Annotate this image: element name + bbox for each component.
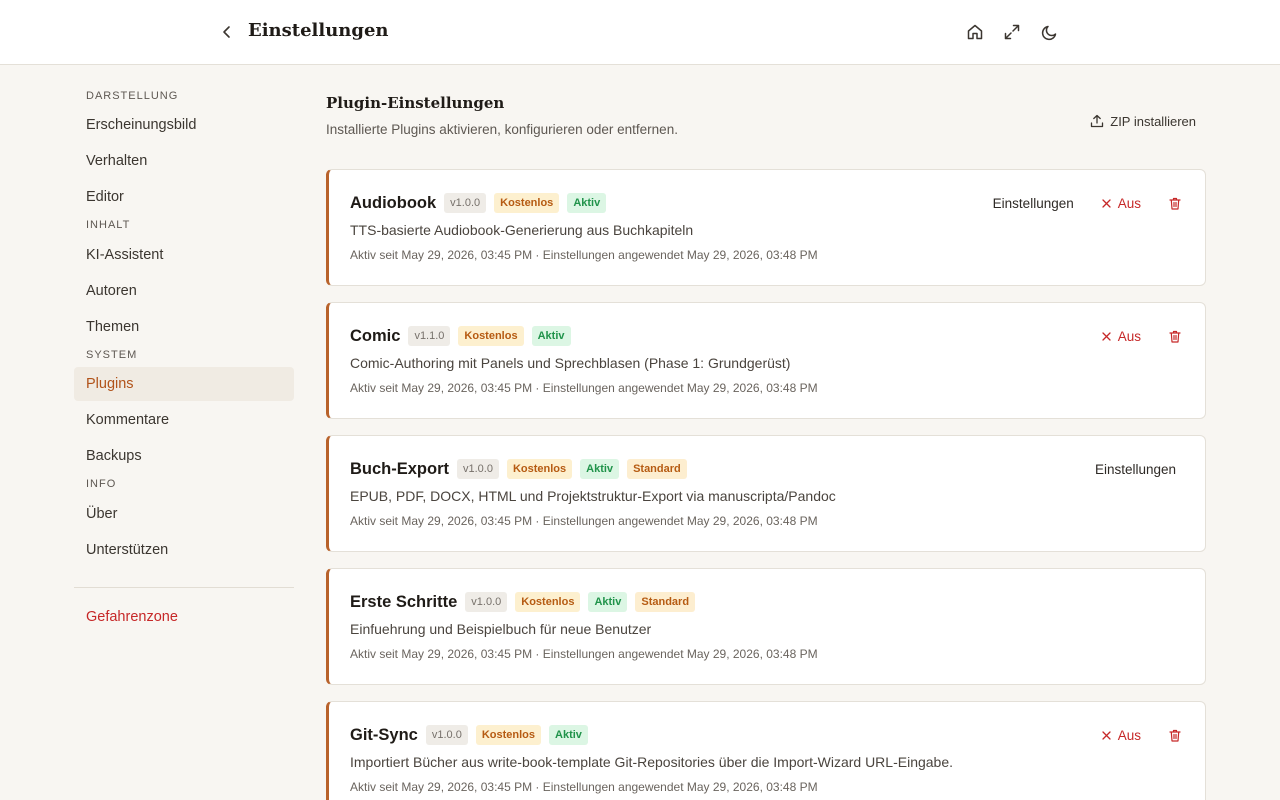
delete-plugin-button[interactable] xyxy=(1169,729,1181,742)
kostenlos-badge: Kostenlos xyxy=(458,326,524,346)
version-badge: v1.1.0 xyxy=(408,326,451,346)
kostenlos-badge: Kostenlos xyxy=(515,592,581,612)
zip-install-label: ZIP installieren xyxy=(1110,113,1196,129)
trash-icon xyxy=(1169,729,1181,742)
expand-icon xyxy=(1004,24,1020,40)
back-button[interactable] xyxy=(216,20,238,44)
close-icon xyxy=(1102,730,1111,740)
sidebar-item-backups[interactable]: Backups xyxy=(74,439,294,473)
aktiv-badge: Aktiv xyxy=(549,725,588,745)
kostenlos-badge: Kostenlos xyxy=(475,725,542,745)
sidebar-item-kommentare[interactable]: Kommentare xyxy=(74,403,294,437)
sidebar-item-erscheinungsbild[interactable]: Erscheinungsbild xyxy=(74,108,294,142)
aktiv-badge: Aktiv xyxy=(588,592,628,612)
fullscreen-button[interactable] xyxy=(1000,20,1024,44)
plugin-description: Comic-Authoring mit Panels und Sprechbla… xyxy=(350,355,791,371)
sidebar-item-label: Kommentare xyxy=(86,412,170,428)
plugin-meta: Aktiv seit May 29, 2026, 03:45 PM · Eins… xyxy=(350,780,818,794)
plugin-settings-button[interactable]: Einstellungen xyxy=(1095,462,1176,477)
plugin-settings-button[interactable]: Einstellungen xyxy=(993,196,1074,211)
upload-icon xyxy=(1091,114,1104,128)
zip-install-button[interactable]: ZIP installieren xyxy=(1090,112,1196,130)
sidebar-item-editor[interactable]: Editor xyxy=(74,180,294,214)
kostenlos-badge: Kostenlos xyxy=(494,193,560,213)
sidebar-item-label: KI-Assistent xyxy=(86,247,164,263)
sidebar-item-themen[interactable]: Themen xyxy=(74,310,294,344)
delete-plugin-button[interactable] xyxy=(1169,330,1181,343)
deactivate-label: Aus xyxy=(1117,195,1141,211)
plugin-name: Buch-Export xyxy=(350,459,449,478)
top-bar: Einstellungen xyxy=(0,0,1280,65)
close-icon xyxy=(1102,198,1111,208)
sidebar-item-label: Über xyxy=(86,506,118,522)
sidebar-item-label: Editor xyxy=(86,189,124,205)
plugin-description: TTS-basierte Audiobook-Generierung aus B… xyxy=(350,222,694,238)
version-badge: v1.0.0 xyxy=(444,193,487,213)
plugin-description: Einfuehrung und Beispielbuch für neue Be… xyxy=(350,621,652,637)
trash-icon xyxy=(1169,197,1181,210)
trash-icon xyxy=(1169,330,1181,343)
sidebar-item-ki-assistent[interactable]: KI-Assistent xyxy=(74,238,294,272)
plugin-meta: Aktiv seit May 29, 2026, 03:45 PM · Eins… xyxy=(350,248,818,262)
chevron-left-icon xyxy=(223,26,230,38)
plugin-card-buch-export: Buch-Export v1.0.0 Kostenlos Aktiv Stand… xyxy=(326,435,1206,552)
standard-badge: Standard xyxy=(627,459,687,479)
sidebar-section-inhalt: INHALT xyxy=(86,219,131,231)
sidebar-item-unterstuetzen[interactable]: Unterstützen xyxy=(74,533,294,567)
plugin-description: EPUB, PDF, DOCX, HTML und Projektstruktu… xyxy=(350,488,836,504)
deactivate-button[interactable]: Aus xyxy=(1102,728,1141,743)
sidebar-item-autoren[interactable]: Autoren xyxy=(74,274,294,308)
sidebar-section-info: INFO xyxy=(86,478,117,490)
standard-badge: Standard xyxy=(635,592,696,612)
theme-toggle-button[interactable] xyxy=(1038,20,1062,44)
aktiv-badge: Aktiv xyxy=(567,193,607,213)
sidebar-section-darstellung: DARSTELLUNG xyxy=(86,90,179,102)
plugin-meta: Aktiv seit May 29, 2026, 03:45 PM · Eins… xyxy=(350,381,818,395)
section-subtitle: Installierte Plugins aktivieren, konfigu… xyxy=(326,122,678,137)
sidebar-item-label: Autoren xyxy=(86,283,137,299)
plugin-card-comic: Comic v1.1.0 Kostenlos Aktiv Comic-Autho… xyxy=(326,302,1206,419)
sidebar-item-plugins[interactable]: Plugins xyxy=(74,367,294,401)
delete-plugin-button[interactable] xyxy=(1169,197,1181,210)
plugin-name: Audiobook xyxy=(350,193,437,212)
sidebar-item-label: Themen xyxy=(86,319,140,335)
sidebar-item-ueber[interactable]: Über xyxy=(74,497,294,531)
sidebar-item-label: Verhalten xyxy=(86,153,148,169)
aktiv-badge: Aktiv xyxy=(580,459,620,479)
close-icon xyxy=(1102,331,1111,341)
deactivate-button[interactable]: Aus xyxy=(1102,329,1141,344)
sidebar-item-label: Plugins xyxy=(86,376,134,392)
home-button[interactable] xyxy=(963,20,987,44)
deactivate-button[interactable]: Aus xyxy=(1102,196,1141,211)
version-badge: v1.0.0 xyxy=(457,459,499,479)
sidebar-item-gefahrenzone[interactable]: Gefahrenzone xyxy=(74,600,294,634)
aktiv-badge: Aktiv xyxy=(531,326,571,346)
version-badge: v1.0.0 xyxy=(425,725,468,745)
kostenlos-badge: Kostenlos xyxy=(506,459,573,479)
plugin-card-erste-schritte: Erste Schritte v1.0.0 Kostenlos Aktiv St… xyxy=(326,568,1206,685)
sidebar-item-label: Unterstützen xyxy=(86,542,169,558)
moon-icon xyxy=(1041,25,1057,41)
deactivate-label: Aus xyxy=(1117,328,1141,344)
page-title: Einstellungen xyxy=(248,20,389,41)
sidebar-item-label: Gefahrenzone xyxy=(86,609,178,625)
sidebar-item-label: Backups xyxy=(86,448,142,464)
sidebar-item-label: Erscheinungsbild xyxy=(86,117,197,133)
home-icon xyxy=(967,24,983,40)
plugin-description: Importiert Bücher aus write-book-templat… xyxy=(350,754,954,770)
plugin-meta: Aktiv seit May 29, 2026, 03:45 PM · Eins… xyxy=(350,514,818,528)
plugin-card-audiobook: Audiobook v1.0.0 Kostenlos Aktiv TTS-bas… xyxy=(326,169,1206,286)
plugin-meta: Aktiv seit May 29, 2026, 03:45 PM · Eins… xyxy=(350,647,818,661)
sidebar-section-system: SYSTEM xyxy=(86,349,138,361)
plugin-name: Erste Schritte xyxy=(350,592,458,611)
version-badge: v1.0.0 xyxy=(465,592,508,612)
sidebar-divider xyxy=(74,587,294,588)
plugin-name: Git-Sync xyxy=(350,725,418,744)
plugin-name: Comic xyxy=(350,326,401,345)
section-title: Plugin-Einstellungen xyxy=(326,94,505,112)
plugin-card-git-sync: Git-Sync v1.0.0 Kostenlos Aktiv Importie… xyxy=(326,701,1206,800)
sidebar-item-verhalten[interactable]: Verhalten xyxy=(74,144,294,178)
deactivate-label: Aus xyxy=(1117,727,1141,743)
